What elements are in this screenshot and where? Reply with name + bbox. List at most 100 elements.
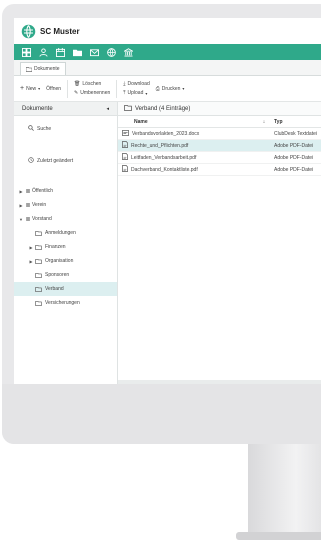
- calendar-icon[interactable]: [54, 46, 66, 58]
- table-row[interactable]: Dachverband_Kontaktliste.pdf Adobe PDF-Da…: [118, 164, 321, 176]
- pencil-icon: ✎: [74, 90, 79, 96]
- toolbar: + New ▾ Öffnen 🗑 Löschen ✎ Umbenennen ⤓ …: [14, 76, 321, 102]
- search-label: Suche: [37, 126, 52, 132]
- download-label: Download: [127, 81, 150, 87]
- table-row[interactable]: Leitfaden_Verbandsarbeit.pdf Adobe PDF-Da…: [118, 152, 321, 164]
- column-header-name[interactable]: Name: [118, 119, 260, 125]
- upload-label: Upload: [127, 90, 144, 96]
- upload-button[interactable]: ⤒ Upload ▾: [123, 90, 149, 96]
- tree-label: Finanzen: [45, 244, 66, 250]
- tree-label: Vorstand: [32, 216, 52, 222]
- tree-label: Anmeldungen: [45, 230, 76, 236]
- user-icon[interactable]: [37, 46, 49, 58]
- tab-dokumente[interactable]: Dokumente: [20, 62, 66, 75]
- folder-icon: [26, 66, 32, 72]
- tree-item-child[interactable]: Versicherungen: [14, 296, 117, 310]
- column-header-type[interactable]: Typ: [268, 119, 321, 125]
- file-type-cell: Adobe PDF-Datei: [268, 167, 321, 173]
- folder-icon: [34, 244, 42, 250]
- file-name-cell: Leitfaden_Verbandsarbeit.pdf: [118, 153, 260, 162]
- folder-icon: [34, 300, 42, 306]
- tree-item-club[interactable]: ▶ ≣ Verein: [14, 198, 117, 212]
- delete-button[interactable]: 🗑 Löschen: [74, 81, 110, 87]
- file-type-cell: Adobe PDF-Datei: [268, 155, 321, 161]
- tree-item-child-selected[interactable]: Verband: [14, 282, 117, 296]
- club-logo-icon: [20, 23, 36, 39]
- print-button[interactable]: ⎙ Drucken ▾: [156, 86, 185, 92]
- file-type: Adobe PDF-Datei: [274, 166, 314, 173]
- new-button[interactable]: + New ▾: [20, 85, 40, 92]
- monitor-chin: [2, 384, 321, 444]
- recent-label: Zuletzt geändert: [37, 158, 74, 164]
- rename-label: Umbenennen: [80, 90, 111, 96]
- tree-label: Versicherungen: [45, 300, 80, 306]
- sidebar: Dokumente ◂ Suche Zuletzt geändert ▶ ≣ Ö…: [14, 102, 118, 384]
- main-nav: [14, 44, 321, 60]
- table-row[interactable]: Verbandsvorlakten_2023.docx ClubDesk Text…: [118, 128, 321, 140]
- rename-button[interactable]: ✎ Umbenennen: [74, 90, 110, 96]
- folder-icon: [124, 104, 132, 113]
- tree-item-child[interactable]: Sponsoren: [14, 268, 117, 282]
- monitor-stand: [248, 444, 321, 532]
- history-icon: [28, 157, 34, 165]
- folder-icon[interactable]: [71, 46, 83, 58]
- folder-header: Verband (4 Einträge): [118, 102, 321, 116]
- tree-label: Öffentlich: [32, 188, 54, 194]
- monitor-frame: SC Muster Dokumente + New ▾ Öffnen 🗑 Lös…: [2, 4, 321, 444]
- file-name: Verbandsvorlakten_2023.docx: [132, 130, 200, 137]
- pdf-icon: [122, 141, 128, 150]
- tree-item-child[interactable]: Anmeldungen: [14, 226, 117, 240]
- file-list-panel: Verband (4 Einträge) Name ↓ Typ Verbands…: [118, 102, 321, 384]
- tree-label: Sponsoren: [45, 272, 70, 278]
- toolbar-divider: [67, 79, 69, 98]
- list-icon: ≣: [25, 202, 31, 209]
- open-label: Öffnen: [46, 85, 62, 92]
- sidebar-title: Dokumente: [22, 105, 53, 112]
- delete-label: Löschen: [82, 81, 102, 87]
- pdf-icon: [122, 153, 128, 162]
- tab-strip: Dokumente: [14, 60, 321, 76]
- app-header: SC Muster: [14, 18, 321, 44]
- sidebar-item-recent[interactable]: Zuletzt geändert: [14, 154, 117, 168]
- doc-icon: [122, 129, 129, 138]
- tree-item-child[interactable]: ▶ Organisation: [14, 254, 117, 268]
- file-name: Dachverband_Kontaktliste.pdf: [131, 166, 198, 173]
- download-icon: ⤓: [123, 81, 126, 87]
- upload-icon: ⤒: [123, 90, 126, 96]
- folder-title: Verband (4 Einträge): [135, 105, 191, 112]
- sidebar-header: Dokumente ◂: [14, 102, 117, 116]
- pdf-icon: [122, 165, 128, 174]
- club-name: SC Muster: [40, 26, 80, 36]
- tree-item-child[interactable]: ▶ Finanzen: [14, 240, 117, 254]
- tree-label: Organisation: [45, 258, 74, 264]
- open-button[interactable]: Öffnen: [46, 86, 61, 92]
- bank-icon[interactable]: [122, 46, 134, 58]
- plus-icon: +: [20, 85, 25, 92]
- table-row[interactable]: Rechte_und_Pflichten.pdf Adobe PDF-Datei: [118, 140, 321, 152]
- tree-item-board[interactable]: ▼ ≣ Vorstand: [14, 212, 117, 226]
- globe-icon[interactable]: [105, 46, 117, 58]
- mail-icon[interactable]: [88, 46, 100, 58]
- file-type: Adobe PDF-Datei: [274, 154, 314, 161]
- file-type-cell: ClubDesk Textdatei: [268, 131, 321, 137]
- dashboard-icon[interactable]: [20, 46, 32, 58]
- chevron-down-icon: ▾: [182, 86, 185, 91]
- tree-item-public[interactable]: ▶ ≣ Öffentlich: [14, 184, 117, 198]
- column-type-label: Typ: [274, 118, 283, 125]
- sort-arrow-icon[interactable]: ↓: [260, 119, 268, 125]
- folder-icon: [34, 272, 42, 278]
- table-header: Name ↓ Typ: [118, 116, 321, 128]
- column-name-label: Name: [134, 118, 148, 125]
- monitor-stand-base: [236, 532, 321, 540]
- file-name: Rechte_und_Pflichten.pdf: [131, 142, 189, 149]
- download-button[interactable]: ⤓ Download: [123, 81, 149, 87]
- chevron-down-icon: ▾: [145, 90, 148, 96]
- tree-label: Verband: [45, 286, 64, 292]
- folder-icon: [34, 230, 42, 236]
- file-name-cell: Rechte_und_Pflichten.pdf: [118, 141, 260, 150]
- list-icon: ≣: [25, 188, 31, 195]
- new-label: New: [26, 85, 37, 92]
- sidebar-item-search[interactable]: Suche: [14, 122, 117, 136]
- collapse-icon[interactable]: ◂: [106, 106, 109, 112]
- file-type: Adobe PDF-Datei: [274, 142, 314, 149]
